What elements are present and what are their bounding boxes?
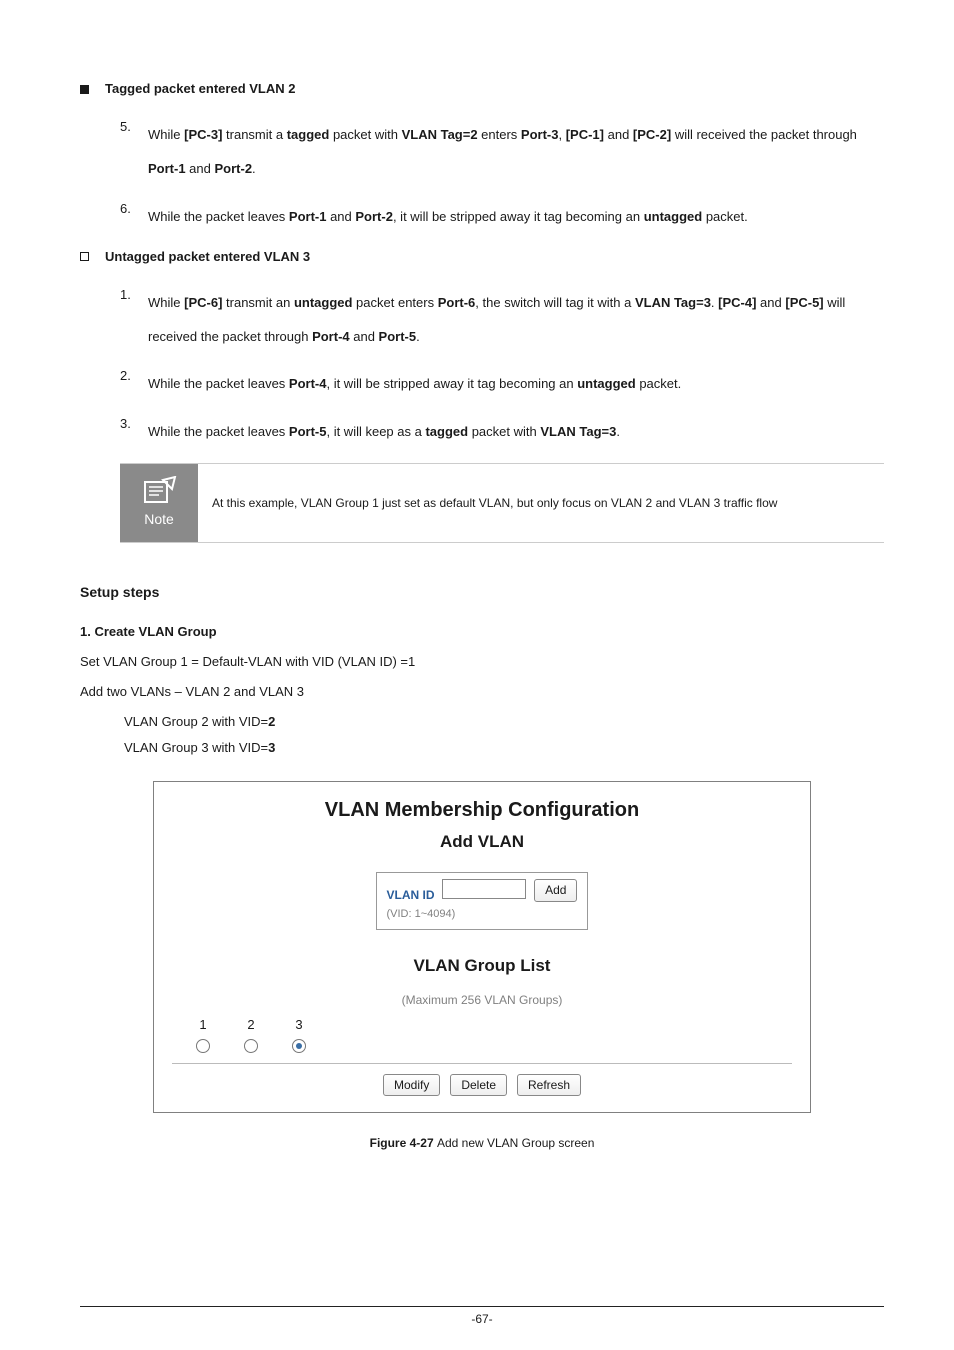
bullet-square-icon (80, 252, 89, 261)
section-a-list: 5. While [PC-3] transmit a tagged packet… (120, 118, 884, 233)
radio-icon[interactable] (292, 1039, 306, 1053)
figure-caption: Figure 4-27 Add new VLAN Group screen (80, 1135, 884, 1152)
step-1-label: 1. Create VLAN Group (80, 623, 884, 641)
section-a-header: Tagged packet entered VLAN 2 (80, 80, 884, 98)
step-1-sub0: Add two VLANs – VLAN 2 and VLAN 3 (80, 683, 884, 701)
vlan-config-figure: VLAN Membership Configuration Add VLAN V… (153, 781, 811, 1113)
vlan-group-3[interactable]: 3 (292, 1016, 306, 1052)
vlan-id-label: VLAN ID (387, 888, 435, 902)
figure-subtitle-add: Add VLAN (172, 830, 792, 854)
vlan-group-1[interactable]: 1 (196, 1016, 210, 1052)
vlan-id-range: (VID: 1~4094) (387, 907, 527, 922)
group-list-note: (Maximum 256 VLAN Groups) (172, 992, 792, 1009)
setup-title: Setup steps (80, 583, 884, 603)
section-b-header: Untagged packet entered VLAN 3 (80, 248, 884, 266)
page-number: -67- (80, 1306, 884, 1328)
list-item: 3. While the packet leaves Port-5, it wi… (120, 415, 884, 449)
list-item: 5. While [PC-3] transmit a tagged packet… (120, 118, 884, 186)
note-label: Note (144, 510, 174, 530)
note-box: Note At this example, VLAN Group 1 just … (120, 463, 884, 543)
vlan-id-input[interactable] (442, 879, 526, 899)
list-item: 1. While [PC-6] transmit an untagged pac… (120, 286, 884, 354)
list-item: 2. While the packet leaves Port-4, it wi… (120, 367, 884, 401)
delete-button[interactable]: Delete (450, 1074, 507, 1097)
figure-subtitle-list: VLAN Group List (172, 954, 792, 978)
add-button[interactable]: Add (534, 879, 577, 902)
vlan-group-2[interactable]: 2 (244, 1016, 258, 1052)
bullet-square-icon (80, 85, 89, 94)
step-1-desc: Set VLAN Group 1 = Default-VLAN with VID… (80, 653, 884, 671)
section-a-title: Tagged packet entered VLAN 2 (105, 80, 295, 98)
radio-icon[interactable] (196, 1039, 210, 1053)
figure-title: VLAN Membership Configuration (172, 796, 792, 824)
refresh-button[interactable]: Refresh (517, 1074, 581, 1097)
step-1-sub2: VLAN Group 3 with VID=3 (124, 739, 884, 757)
list-item: 6. While the packet leaves Port-1 and Po… (120, 200, 884, 234)
step-1-sub1: VLAN Group 2 with VID=2 (124, 713, 884, 731)
section-b-list: 1. While [PC-6] transmit an untagged pac… (120, 286, 884, 449)
note-icon (141, 476, 177, 506)
note-badge: Note (120, 464, 198, 542)
modify-button[interactable]: Modify (383, 1074, 440, 1097)
vlan-group-row: 1 2 3 (172, 1016, 792, 1063)
add-vlan-row: VLAN ID (VID: 1~4094) Add (376, 872, 589, 930)
section-b-title: Untagged packet entered VLAN 3 (105, 248, 310, 266)
radio-icon[interactable] (244, 1039, 258, 1053)
note-text: At this example, VLAN Group 1 just set a… (198, 485, 884, 522)
